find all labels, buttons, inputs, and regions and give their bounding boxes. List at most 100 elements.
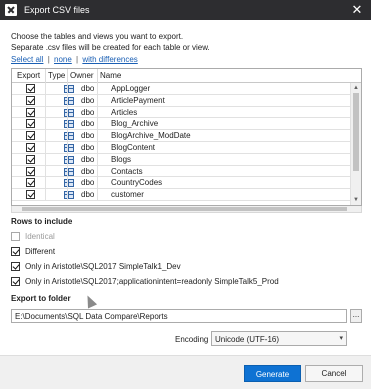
table-row[interactable]: dbo BlogArchive_ModDate: [12, 130, 350, 142]
export-checkbox[interactable]: [26, 95, 35, 105]
horizontal-scrollbar[interactable]: [11, 206, 362, 213]
export-checkbox[interactable]: [26, 84, 35, 93]
table-header: Export Type Owner Name: [12, 69, 361, 83]
include-option-label: Only in Aristotle\SQL2017;applicationint…: [25, 277, 279, 286]
cell-divider: [45, 118, 46, 131]
window-title: Export CSV files: [24, 5, 90, 15]
table-row[interactable]: dbo CountryCodes: [12, 177, 350, 190]
column-header-type[interactable]: Type: [48, 71, 65, 80]
link-separator: |: [76, 55, 79, 64]
column-header-owner[interactable]: Owner: [70, 71, 94, 80]
export-checkbox[interactable]: [26, 142, 35, 152]
include-option-label: Different: [25, 247, 56, 256]
column-divider[interactable]: [67, 69, 68, 83]
scroll-down-icon[interactable]: ▼: [351, 195, 361, 205]
cell-divider: [97, 189, 98, 201]
rows-to-include-heading: Rows to include: [11, 217, 73, 226]
export-folder-input[interactable]: E:\Documents\SQL Data Compare\Reports: [11, 309, 347, 323]
scrollbar-thumb[interactable]: [353, 93, 359, 171]
instructions-line-2: Separate .csv files will be created for …: [11, 43, 210, 52]
include-checkbox[interactable]: [11, 247, 20, 256]
select-none-link[interactable]: none: [54, 55, 72, 64]
export-checkbox[interactable]: [26, 154, 35, 164]
title-bar: Export CSV files ✕: [0, 0, 371, 20]
cancel-button[interactable]: Cancel: [305, 365, 363, 382]
cell-divider: [67, 189, 68, 201]
owner-cell: dbo: [81, 166, 95, 176]
export-checkbox[interactable]: [26, 166, 35, 176]
link-separator: |: [47, 55, 50, 64]
name-cell: Blog_Archive: [111, 119, 159, 129]
name-cell: BlogArchive_ModDate: [111, 131, 191, 141]
instructions: Choose the tables and views you want to …: [11, 31, 210, 53]
table-icon: [64, 167, 74, 176]
scroll-up-icon[interactable]: ▲: [351, 83, 361, 93]
app-icon: [5, 4, 17, 16]
table-row[interactable]: dbo Articles: [12, 106, 350, 119]
name-cell: CountryCodes: [111, 178, 163, 188]
scrollbar-thumb[interactable]: [22, 207, 347, 211]
owner-cell: dbo: [81, 142, 95, 152]
table-row[interactable]: dbo customer: [12, 189, 350, 201]
export-checkbox[interactable]: [26, 178, 35, 188]
table-row[interactable]: dbo Blog_Archive: [12, 118, 350, 131]
export-checkbox[interactable]: [26, 119, 35, 129]
name-cell: ArticlePayment: [111, 95, 165, 105]
column-header-name[interactable]: Name: [100, 71, 121, 80]
table-icon: [64, 120, 74, 129]
table-row[interactable]: dbo BlogContent: [12, 141, 350, 154]
encoding-label: Encoding: [175, 335, 209, 344]
cell-divider: [45, 165, 46, 178]
cell-divider: [97, 153, 98, 166]
column-divider[interactable]: [97, 69, 98, 83]
column-divider[interactable]: [45, 69, 46, 83]
table-body: dbo AppLogger dbo ArticlePayment dbo Articles…: [12, 83, 350, 201]
owner-cell: dbo: [81, 119, 95, 129]
cell-divider: [97, 83, 98, 95]
cell-divider: [67, 106, 68, 119]
table-icon: [64, 85, 74, 93]
cell-divider: [67, 153, 68, 166]
encoding-value: Unicode (UTF-16): [215, 335, 280, 344]
table-row[interactable]: dbo Blogs: [12, 153, 350, 166]
vertical-scrollbar[interactable]: ▲ ▼: [350, 83, 361, 205]
name-cell: Blogs: [111, 154, 132, 164]
cell-divider: [97, 141, 98, 154]
generate-button[interactable]: Generate: [244, 365, 301, 382]
table-icon: [64, 108, 74, 117]
table-row[interactable]: dbo AppLogger: [12, 83, 350, 95]
objects-table: Export Type Owner Name dbo AppLogger dbo Ar…: [11, 68, 362, 206]
cell-divider: [45, 83, 46, 95]
close-icon[interactable]: ✕: [349, 2, 365, 18]
owner-cell: dbo: [81, 131, 95, 141]
cell-divider: [67, 165, 68, 178]
column-header-export[interactable]: Export: [17, 71, 40, 80]
select-with-differences-link[interactable]: with differences: [82, 55, 137, 64]
cell-divider: [67, 118, 68, 131]
include-checkbox: [11, 232, 20, 241]
cell-divider: [45, 94, 46, 107]
table-icon: [64, 96, 74, 105]
select-all-link[interactable]: Select all: [11, 55, 43, 64]
cell-divider: [97, 177, 98, 190]
cell-divider: [97, 165, 98, 178]
name-cell: BlogContent: [111, 142, 156, 152]
table-row[interactable]: dbo Contacts: [12, 165, 350, 178]
cell-divider: [67, 177, 68, 190]
dialog-footer: Generate Cancel: [0, 355, 371, 389]
cell-divider: [45, 130, 46, 142]
browse-folder-button[interactable]: ...: [350, 309, 362, 323]
table-icon: [64, 132, 74, 141]
table-row[interactable]: dbo ArticlePayment: [12, 94, 350, 107]
cell-divider: [45, 106, 46, 119]
cell-divider: [45, 141, 46, 154]
include-option-label: Only in Aristotle\SQL2017 SimpleTalk1_De…: [25, 262, 181, 271]
include-checkbox[interactable]: [11, 262, 20, 271]
export-checkbox[interactable]: [26, 131, 35, 141]
include-checkbox[interactable]: [11, 277, 20, 286]
owner-cell: dbo: [81, 190, 95, 200]
encoding-select[interactable]: Unicode (UTF-16) ▾: [211, 331, 347, 346]
export-checkbox[interactable]: [26, 190, 35, 200]
export-checkbox[interactable]: [26, 107, 35, 117]
cell-divider: [97, 94, 98, 107]
